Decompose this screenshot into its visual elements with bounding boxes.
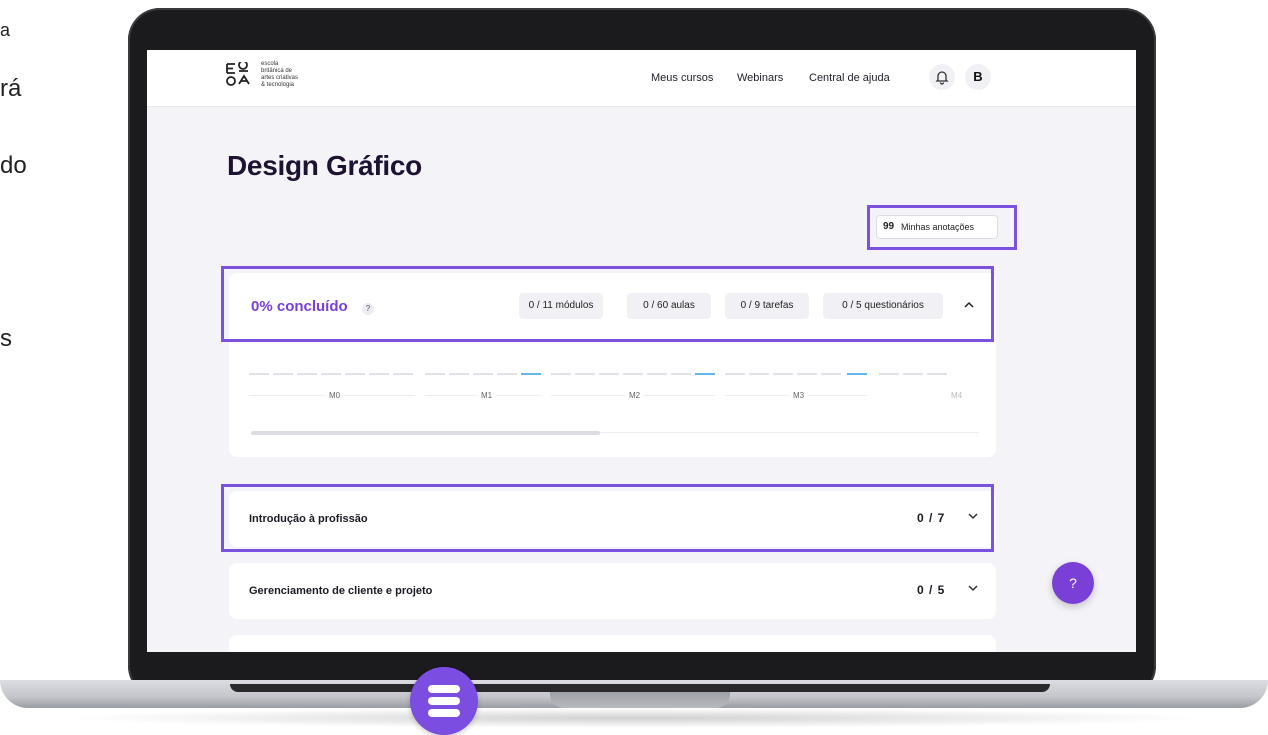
timeline-segment <box>273 373 293 375</box>
nav-central-de-ajuda[interactable]: Central de ajuda <box>809 72 890 84</box>
timeline-segment <box>449 373 469 375</box>
nav-meus-cursos[interactable]: Meus cursos <box>651 72 713 84</box>
user-avatar[interactable]: B <box>965 64 991 90</box>
module-timeline: M0 M1 M2 M3 M4 <box>249 373 969 413</box>
module-card[interactable]: Gerenciamento de cliente e projeto 0 / 5 <box>229 563 996 619</box>
module-count: 0 / 5 <box>917 583 946 597</box>
timeline-segment-marker <box>695 373 715 375</box>
timeline-segment <box>749 373 769 375</box>
timeline-segment <box>425 373 445 375</box>
highlight-notes <box>867 205 1017 250</box>
timeline-segment <box>671 373 691 375</box>
timeline-segment <box>903 373 923 375</box>
screen: escola britânica de artes criativas & te… <box>147 50 1136 652</box>
logo[interactable]: escola britânica de artes criativas & te… <box>225 60 325 90</box>
timeline-segment <box>551 373 571 375</box>
timeline-segment-marker <box>847 373 867 375</box>
highlight-progress <box>221 266 994 342</box>
timeline-segment <box>773 373 793 375</box>
timeline-segment <box>297 373 317 375</box>
logo-line: escola <box>261 61 279 67</box>
side-text-3: do <box>0 152 27 179</box>
logo-line: artes criativas <box>261 75 299 81</box>
laptop-notch <box>550 692 730 708</box>
module-label-m3: M3 <box>789 391 809 400</box>
module-label-m4: M4 <box>951 391 963 400</box>
timeline-segment <box>575 373 595 375</box>
top-navigation-bar: escola britânica de artes criativas & te… <box>147 50 1136 107</box>
laptop-shadow <box>60 708 1210 728</box>
timeline-scrollbar[interactable] <box>251 431 600 435</box>
logo-line: britânica de <box>261 68 293 74</box>
timeline-segment-marker <box>521 373 541 375</box>
module-title: Gerenciamento de cliente e projeto <box>249 585 433 597</box>
nav-webinars[interactable]: Webinars <box>737 72 783 84</box>
logo-line: & tecnologia <box>261 82 295 88</box>
module-card-partial[interactable] <box>229 635 996 652</box>
logo-text: escola britânica de artes criativas & te… <box>261 61 298 89</box>
timeline-segment <box>725 373 745 375</box>
highlight-module <box>221 484 994 552</box>
timeline-segment <box>369 373 389 375</box>
timeline-segment <box>497 373 517 375</box>
side-text-2: rá <box>0 75 22 102</box>
brand-badge-menu-icon <box>410 667 478 735</box>
chevron-down-icon[interactable] <box>967 583 979 596</box>
timeline-segment <box>473 373 493 375</box>
timeline-segment <box>345 373 365 375</box>
laptop-hinge <box>230 684 1050 692</box>
timeline-segment <box>249 373 269 375</box>
notifications-button[interactable] <box>929 64 955 90</box>
timeline-segment <box>599 373 619 375</box>
bell-icon <box>935 71 949 85</box>
help-fab-button[interactable]: ? <box>1052 562 1094 604</box>
timeline-segment <box>879 373 899 375</box>
timeline-segment <box>927 373 947 375</box>
timeline-segment <box>623 373 643 375</box>
side-text-4: s <box>0 325 12 352</box>
timeline-segment <box>321 373 341 375</box>
module-label-m0: M0 <box>325 391 345 400</box>
side-text-1: a <box>0 20 11 40</box>
timeline-segment <box>647 373 667 375</box>
timeline-segment <box>821 373 841 375</box>
timeline-segment <box>797 373 817 375</box>
module-label-m2: M2 <box>625 391 645 400</box>
module-label-m1: M1 <box>477 391 497 400</box>
page-title: Design Gráfico <box>227 150 422 181</box>
logo-mark-icon <box>226 62 250 86</box>
timeline-segment <box>393 373 413 375</box>
